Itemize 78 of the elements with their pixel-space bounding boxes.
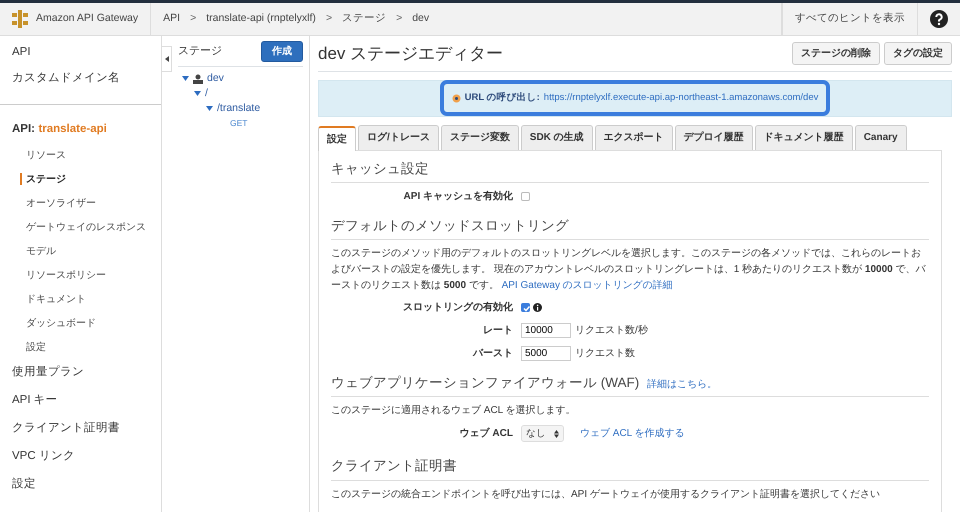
- description-text: このステージの統合エンドポイントを呼び出すには、API ゲートウェイが使用するクライアント証明書を選択してください: [331, 488, 881, 502]
- caret-icon: [164, 56, 168, 62]
- tab[interactable]: SDK の生成: [520, 124, 593, 150]
- unit-label: リクエスト数/秒: [575, 324, 648, 338]
- show-hints-link[interactable]: すべてのヒントを表示: [795, 11, 905, 27]
- caret-icon[interactable]: [206, 106, 213, 111]
- acl-select[interactable]: なし: [521, 425, 564, 442]
- breadcrumb-item[interactable]: API: [163, 11, 180, 27]
- breadcrumb-separator: >: [396, 11, 402, 26]
- details-link[interactable]: 詳細はこちら。: [647, 379, 718, 390]
- logo-icon: [12, 10, 28, 28]
- sidebar-item[interactable]: クライアント証明書: [0, 415, 161, 443]
- sidebar-item[interactable]: ダッシュボード: [0, 311, 161, 335]
- api-heading: API: translate-api: [11, 122, 108, 138]
- section-heading: デフォルトのメソッドスロットリング: [331, 212, 929, 240]
- sidebar-item[interactable]: リソース: [0, 143, 161, 167]
- sidebar-item[interactable]: オーソライザー: [0, 191, 161, 215]
- section-heading: ウェブアプリケーションファイアウォール (WAF): [331, 375, 640, 390]
- tree-item[interactable]: /translate: [217, 100, 260, 116]
- sidebar-item[interactable]: 設定: [0, 335, 161, 359]
- sidebar-item[interactable]: モデル: [0, 239, 161, 263]
- sidebar-item[interactable]: カスタムドメイン名: [0, 66, 161, 92]
- tab[interactable]: ログ/トレース: [358, 124, 439, 150]
- caret-icon[interactable]: [194, 91, 201, 96]
- sidebar-item[interactable]: API: [0, 40, 161, 66]
- tab[interactable]: Canary: [854, 124, 907, 150]
- breadcrumb-separator: >: [326, 11, 332, 26]
- tab[interactable]: ステージ変数: [440, 124, 519, 150]
- tree-method[interactable]: GET: [230, 117, 248, 130]
- select-arrows-icon: [554, 430, 559, 438]
- sidebar-item[interactable]: VPC リンク: [0, 443, 161, 471]
- sidebar-item[interactable]: 設定: [0, 471, 161, 499]
- input-field[interactable]: 10000: [521, 323, 571, 338]
- field-label: レート: [482, 324, 514, 338]
- panel-title: ステージ: [178, 44, 222, 60]
- sidebar-item[interactable]: リソースポリシー: [0, 263, 161, 287]
- tab[interactable]: ドキュメント履歴: [754, 124, 853, 150]
- tree-item[interactable]: /: [205, 86, 208, 102]
- invoke-url-link[interactable]: https://rnptelyxlf.execute-api.ap-northeast-1.amazonaws.com/dev: [544, 90, 818, 106]
- breadcrumb-separator: >: [190, 11, 196, 26]
- create-button[interactable]: 作成: [261, 41, 303, 62]
- tab[interactable]: エクスポート: [594, 124, 673, 150]
- input-field[interactable]: 5000: [521, 346, 571, 361]
- caret-icon[interactable]: [182, 76, 189, 81]
- breadcrumb-item[interactable]: ステージ: [342, 11, 386, 27]
- description-text: このステージに適用されるウェブ ACL を選択します。: [331, 404, 577, 418]
- stage-icon: [193, 74, 203, 84]
- checkbox[interactable]: [521, 303, 530, 312]
- tree-item[interactable]: dev: [207, 70, 224, 86]
- page-title: dev ステージエディター: [318, 43, 504, 65]
- field-label: API キャッシュを有効化: [402, 190, 514, 204]
- help-icon[interactable]: [930, 10, 948, 28]
- field-label: スロットリングの有効化: [402, 300, 514, 315]
- info-icon[interactable]: [533, 303, 542, 312]
- tab[interactable]: デプロイ履歴: [674, 124, 753, 150]
- description-text: このステージのメソッド用のデフォルトのスロットリングレベルを選択します。このステージの各メソッドでは、これらのレートおよびバーストの設定を優先します。 現在のアカウントレベルのスロットリングレートは、1 秒あたりのリクエスト数が 10000 で、バーストのリクエスト数は 5000 です。 API Gateway のスロットリングの詳細: [331, 247, 927, 293]
- field-label: バースト: [472, 347, 514, 361]
- details-link[interactable]: API Gateway のスロットリングの詳細: [502, 280, 673, 291]
- collapse-toggle[interactable]: [162, 46, 172, 72]
- create-acl-link[interactable]: ウェブ ACL を作成する: [580, 426, 685, 442]
- sidebar-item[interactable]: ドキュメント: [0, 287, 161, 311]
- section-heading: クライアント証明書: [331, 452, 929, 480]
- field-label: ウェブ ACL: [458, 426, 514, 442]
- action-button[interactable]: ステージの削除: [792, 42, 880, 66]
- section-heading: キャッシュ設定: [331, 154, 929, 183]
- unit-label: リクエスト数: [575, 347, 635, 361]
- breadcrumb-item[interactable]: translate-api (rnptelyxlf): [206, 11, 316, 27]
- brand-name[interactable]: Amazon API Gateway: [36, 11, 138, 27]
- invoke-url-label: URL の呼び出し:: [464, 90, 540, 105]
- sidebar-item[interactable]: ステージ: [0, 167, 161, 191]
- action-button[interactable]: タグの設定: [884, 42, 952, 66]
- breadcrumb-item: dev: [412, 11, 430, 26]
- sidebar-item[interactable]: API キー: [0, 387, 161, 415]
- sidebar-item[interactable]: 使用量プラン: [0, 359, 161, 387]
- tab[interactable]: 設定: [318, 126, 356, 150]
- checkbox[interactable]: [521, 192, 530, 201]
- status-dot-icon: [452, 94, 461, 102]
- sidebar-item[interactable]: ゲートウェイのレスポンス: [0, 215, 161, 239]
